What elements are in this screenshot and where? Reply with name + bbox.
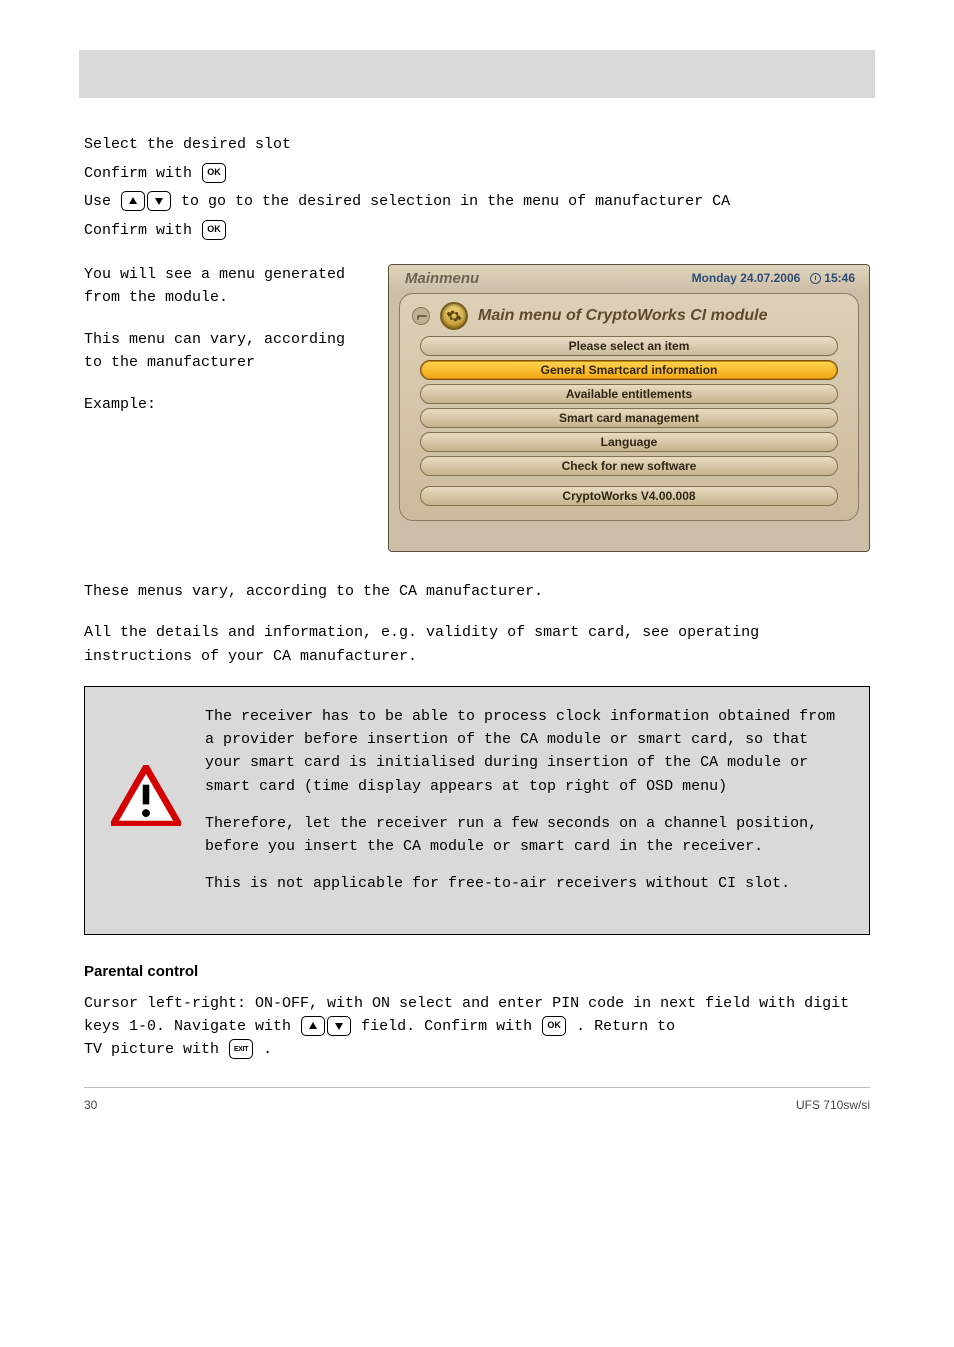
arrow-up-key-icon	[121, 191, 145, 211]
warning-text: The receiver has to be able to process c…	[205, 705, 843, 910]
left-line-2: This menu can vary, according to the man…	[84, 329, 364, 374]
warning-box: The receiver has to be able to process c…	[84, 686, 870, 935]
warn-p1: The receiver has to be able to process c…	[205, 705, 843, 798]
intro-line-2b: to go to the desired selection in the me…	[181, 193, 730, 210]
warn-p2: Therefore, let the receiver run a few se…	[205, 812, 843, 859]
parental-c: . Return to	[576, 1018, 675, 1035]
intro-line-2: Use to go to the desired selection in th…	[84, 191, 870, 214]
parental-b: field. Confirm with	[361, 1018, 532, 1035]
parental-d: TV picture with	[84, 1041, 219, 1058]
menu-item[interactable]: Language	[420, 432, 838, 452]
ui-date: Monday 24.07.2006	[692, 271, 801, 285]
parental-heading: Parental control	[84, 963, 870, 980]
ui-heading: Main menu of CryptoWorks CI module	[478, 307, 768, 325]
intro-confirm-1-text: Confirm with	[84, 165, 192, 182]
ui-panel: Main menu of CryptoWorks CI module Pleas…	[399, 293, 859, 521]
left-line-1: You will see a menu generated from the m…	[84, 264, 364, 309]
intro-confirm-2: Confirm with	[84, 220, 870, 243]
parental-copy: Cursor left-right: ON-OFF, with ON selec…	[84, 992, 870, 1062]
menu-item[interactable]: Available entitlements	[420, 384, 838, 404]
ui-time: 15:46	[824, 271, 855, 285]
menu-item[interactable]: Smart card management	[420, 408, 838, 428]
mid-copy: These menus vary, according to the CA ma…	[84, 580, 870, 668]
ui-tab-label: Mainmenu	[405, 270, 479, 287]
ui-screenshot: Mainmenu Monday 24.07.2006 15:46 Main me…	[388, 264, 870, 552]
intro-line-1: Select the desired slot	[84, 134, 870, 157]
left-example: Example:	[84, 394, 364, 417]
ui-version: CryptoWorks V4.00.008	[420, 486, 838, 506]
menu-item-selected[interactable]: General Smartcard information	[420, 360, 838, 380]
arrow-down-key-icon	[327, 1016, 351, 1036]
ok-key-icon	[202, 220, 226, 240]
warn-p3: This is not applicable for free-to-air r…	[205, 872, 843, 895]
footer: 30 UFS 710sw/si	[84, 1087, 870, 1112]
ui-topbar: Mainmenu Monday 24.07.2006 15:46	[389, 265, 869, 291]
ui-prompt: Please select an item	[420, 336, 838, 356]
arrow-up-key-icon	[301, 1016, 325, 1036]
page-number: 30	[84, 1098, 97, 1112]
clock-icon	[810, 273, 821, 284]
parental-e: .	[263, 1041, 272, 1058]
mid-line-2: All the details and information, e.g. va…	[84, 621, 870, 668]
doc-id: UFS 710sw/si	[796, 1098, 870, 1112]
ok-key-icon	[202, 163, 226, 183]
ui-clock: 15:46	[810, 271, 855, 285]
back-icon[interactable]	[412, 307, 430, 325]
ok-key-icon	[542, 1016, 566, 1036]
left-column: You will see a menu generated from the m…	[84, 264, 364, 437]
gear-icon	[440, 302, 468, 330]
intro-line-2a: Use	[84, 193, 111, 210]
exit-key-icon	[229, 1039, 253, 1059]
arrow-down-key-icon	[147, 191, 171, 211]
menu-item[interactable]: Check for new software	[420, 456, 838, 476]
mid-line-1: These menus vary, according to the CA ma…	[84, 580, 870, 603]
ui-heading-row: Main menu of CryptoWorks CI module	[412, 302, 848, 330]
title-band	[79, 50, 875, 98]
intro-confirm-1: Confirm with	[84, 163, 870, 186]
intro-text-1: Select the desired slot	[84, 136, 291, 153]
intro-confirm-2-text: Confirm with	[84, 222, 192, 239]
warning-icon	[111, 765, 181, 831]
